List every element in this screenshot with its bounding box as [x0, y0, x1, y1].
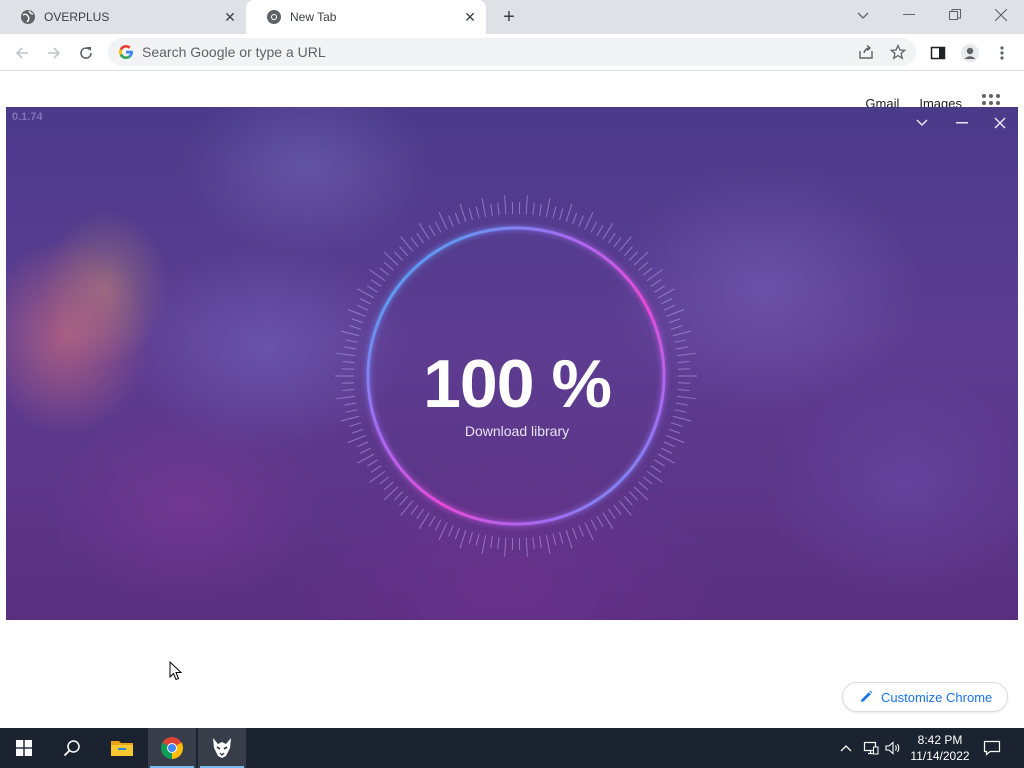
forward-arrow-icon[interactable]: [40, 39, 68, 67]
close-tab-icon[interactable]: ✕: [222, 9, 238, 25]
overplus-wolf-icon[interactable]: [198, 728, 246, 768]
bookmark-star-icon[interactable]: [888, 42, 908, 62]
search-icon[interactable]: [48, 728, 96, 768]
progress-status-text: Download library: [464, 423, 570, 439]
tab-title: OVERPLUS: [44, 10, 110, 24]
chrome-menu-icon[interactable]: [988, 39, 1016, 67]
share-icon[interactable]: [856, 42, 876, 62]
customize-chrome-button[interactable]: Customize Chrome: [842, 682, 1008, 712]
windows-taskbar: 8:42 PM 11/14/2022: [0, 728, 1024, 768]
google-g-icon: [119, 45, 133, 59]
close-icon[interactable]: [988, 113, 1012, 133]
new-tab-button[interactable]: +: [498, 6, 520, 28]
clock-time: 8:42 PM: [917, 733, 963, 747]
collapse-chevron-icon[interactable]: [910, 113, 934, 133]
tray-chevron-up-icon[interactable]: [838, 728, 854, 768]
side-panel-icon[interactable]: [924, 39, 952, 67]
volume-icon[interactable]: [884, 728, 902, 768]
omnibox[interactable]: Search Google or type a URL: [108, 38, 916, 66]
minimize-window-icon[interactable]: [886, 0, 932, 30]
pencil-icon: [861, 690, 873, 702]
mouse-cursor-icon: [169, 661, 183, 681]
tab-overplus[interactable]: OVERPLUS ✕: [0, 0, 246, 34]
clock-date: 11/14/2022: [910, 749, 970, 763]
globe-icon: [21, 10, 35, 24]
overplus-splash-window: 0.1.74 100 % Download library: [6, 107, 1018, 620]
restore-window-icon[interactable]: [932, 0, 978, 30]
tab-new-tab[interactable]: New Tab ✕: [246, 0, 486, 34]
start-icon[interactable]: [0, 728, 48, 768]
file-explorer-icon[interactable]: [98, 728, 146, 768]
customize-chrome-label: Customize Chrome: [881, 689, 993, 705]
minimize-icon[interactable]: [950, 113, 974, 133]
taskbar-clock[interactable]: 8:42 PM 11/14/2022: [905, 732, 975, 764]
action-center-icon[interactable]: [980, 728, 1004, 768]
back-arrow-icon[interactable]: [8, 39, 36, 67]
browser-toolbar: Search Google or type a URL: [0, 34, 1024, 71]
profile-avatar-icon[interactable]: [956, 39, 984, 67]
omnibox-placeholder: Search Google or type a URL: [142, 44, 326, 60]
version-label: 0.1.74: [12, 111, 43, 123]
tab-strip: OVERPLUS ✕ New Tab ✕ +: [0, 0, 1024, 34]
reload-icon[interactable]: [72, 39, 100, 67]
tab-title: New Tab: [290, 10, 337, 24]
progress-percentage: 100 %: [423, 346, 612, 422]
close-tab-icon[interactable]: ✕: [462, 9, 478, 25]
close-window-icon[interactable]: [978, 0, 1024, 30]
tab-search-chevron-icon[interactable]: [852, 6, 874, 26]
chrome-icon[interactable]: [148, 728, 196, 768]
network-icon[interactable]: [862, 728, 880, 768]
chrome-tab-icon: [267, 10, 281, 24]
